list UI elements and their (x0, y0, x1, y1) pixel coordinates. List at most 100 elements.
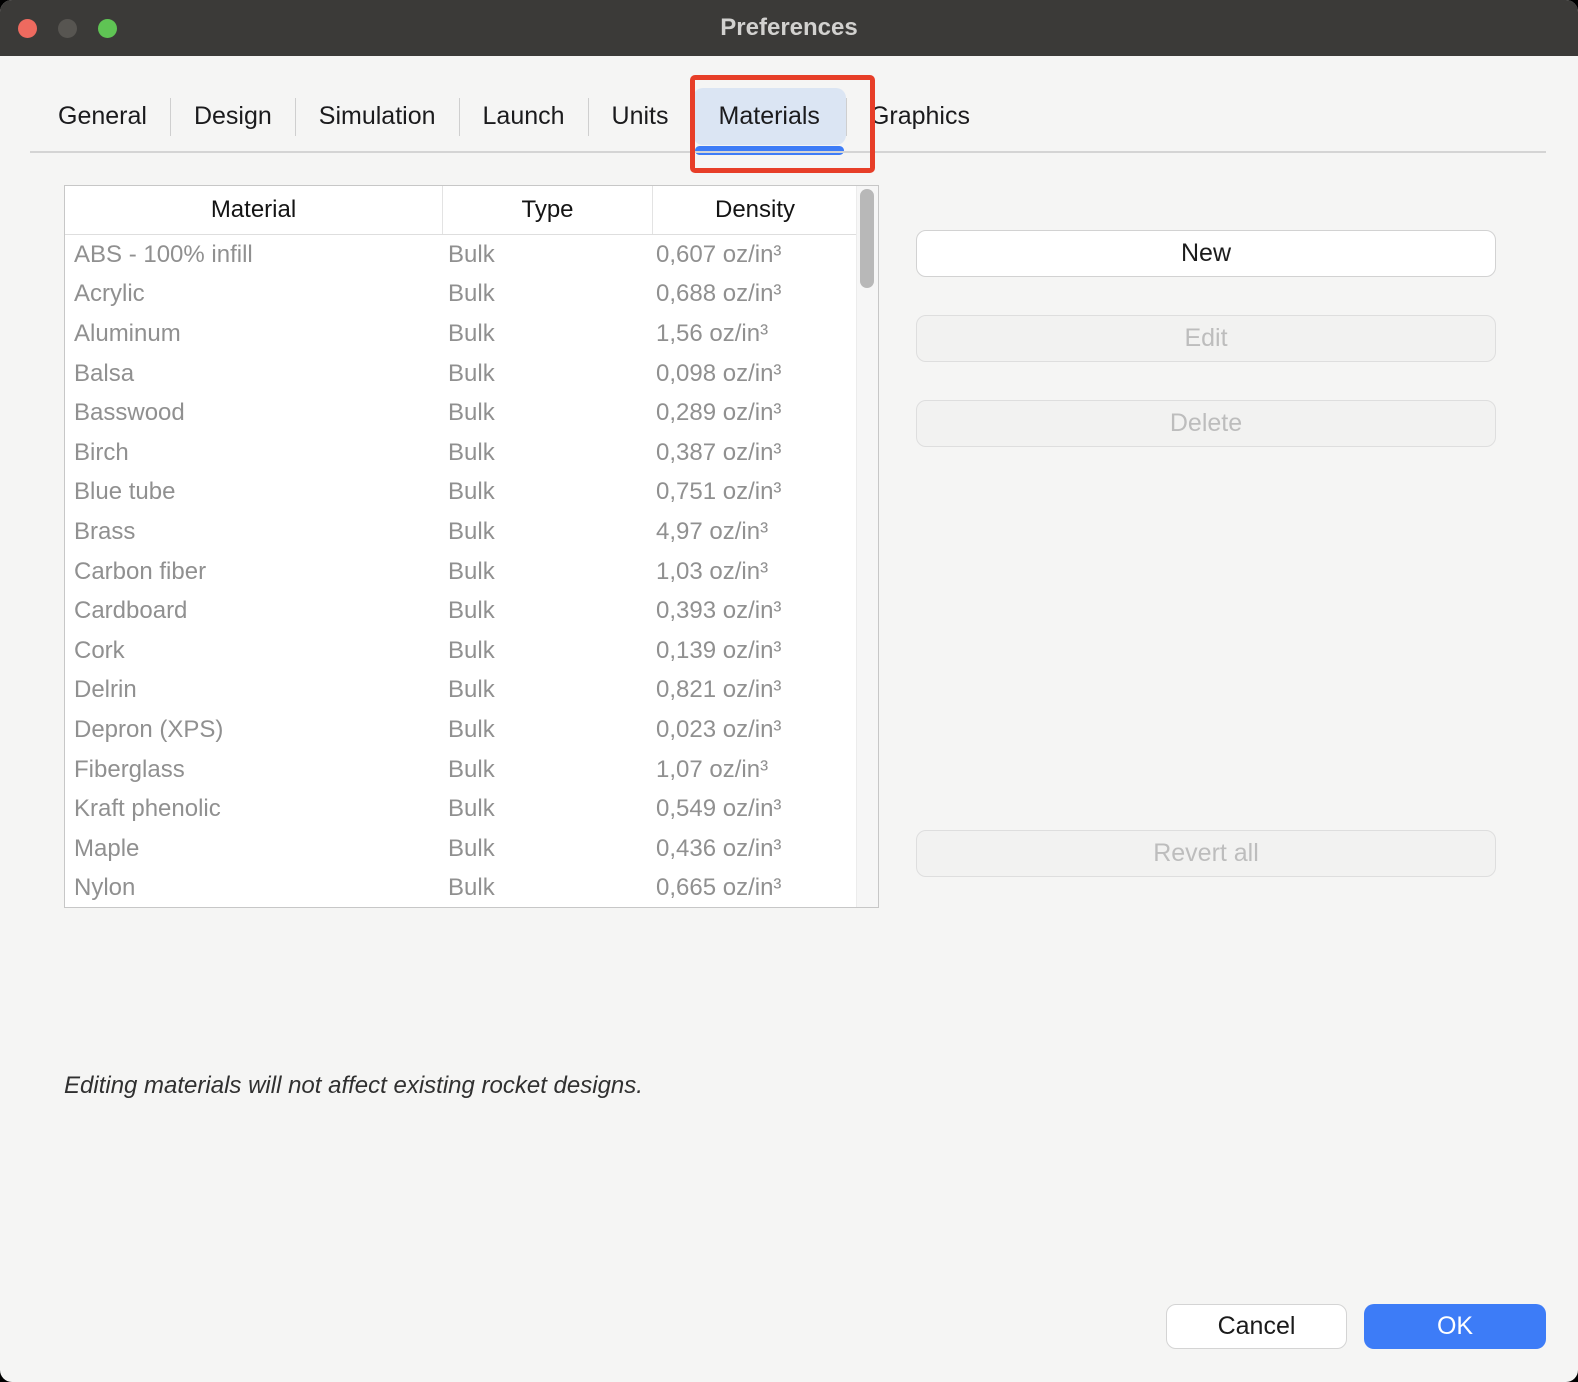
table-row[interactable]: AcrylicBulk0,688 oz/in³ (65, 275, 878, 315)
cell-density: 0,665 oz/in³ (653, 874, 878, 902)
table-row[interactable]: DelrinBulk0,821 oz/in³ (65, 671, 878, 711)
column-header-material[interactable]: Material (65, 186, 443, 234)
scrollbar-thumb[interactable] (860, 189, 874, 288)
table-row[interactable]: FiberglassBulk1,07 oz/in³ (65, 750, 878, 790)
revert-all-button[interactable]: Revert all (916, 830, 1496, 877)
cell-material: Aluminum (65, 320, 443, 348)
cell-type: Bulk (443, 835, 653, 863)
table-row[interactable]: CorkBulk0,139 oz/in³ (65, 631, 878, 671)
cancel-button[interactable]: Cancel (1166, 1304, 1347, 1349)
table-body: ABS - 100% infillBulk0,607 oz/in³Acrylic… (65, 235, 878, 907)
tab-label: Simulation (319, 102, 436, 131)
table-row[interactable]: BasswoodBulk0,289 oz/in³ (65, 393, 878, 433)
close-icon[interactable] (18, 19, 37, 38)
scrollbar-track[interactable] (856, 186, 878, 907)
cell-type: Bulk (443, 676, 653, 704)
cell-material: Basswood (65, 399, 443, 427)
cell-material: Fiberglass (65, 756, 443, 784)
cell-type: Bulk (443, 478, 653, 506)
cell-material: Acrylic (65, 280, 443, 308)
cell-type: Bulk (443, 360, 653, 388)
cell-density: 1,03 oz/in³ (653, 558, 878, 586)
window-title: Preferences (720, 14, 857, 42)
title-bar: Preferences (0, 0, 1578, 56)
traffic-lights (18, 0, 117, 56)
cell-density: 1,07 oz/in³ (653, 756, 878, 784)
cell-density: 1,56 oz/in³ (653, 320, 878, 348)
tab-units[interactable]: Units (589, 88, 692, 145)
cell-density: 4,97 oz/in³ (653, 518, 878, 546)
minimize-icon[interactable] (58, 19, 77, 38)
table-row[interactable]: NylonBulk0,665 oz/in³ (65, 869, 878, 908)
tab-simulation[interactable]: Simulation (296, 88, 459, 145)
tab-label: General (58, 102, 147, 131)
tab-design[interactable]: Design (171, 88, 295, 145)
table-row[interactable]: Blue tubeBulk0,751 oz/in³ (65, 473, 878, 513)
cell-type: Bulk (443, 518, 653, 546)
tab-label: Launch (483, 102, 565, 131)
table-row[interactable]: CardboardBulk0,393 oz/in³ (65, 591, 878, 631)
tab-label: Materials (719, 102, 820, 131)
cell-density: 0,098 oz/in³ (653, 360, 878, 388)
materials-table: Material Type Density ABS - 100% infillB… (64, 185, 879, 908)
cell-density: 0,023 oz/in³ (653, 716, 878, 744)
table-row[interactable]: BirchBulk0,387 oz/in³ (65, 433, 878, 473)
tab-label: Design (194, 102, 272, 131)
edit-button[interactable]: Edit (916, 315, 1496, 362)
cell-density: 0,549 oz/in³ (653, 795, 878, 823)
cell-material: Birch (65, 439, 443, 467)
cell-type: Bulk (443, 716, 653, 744)
preferences-window: Preferences General Design Simulation Launc… (0, 0, 1578, 1382)
cell-material: Balsa (65, 360, 443, 388)
table-row[interactable]: MapleBulk0,436 oz/in³ (65, 829, 878, 869)
cell-type: Bulk (443, 756, 653, 784)
tab-launch[interactable]: Launch (460, 88, 588, 145)
table-row[interactable]: ABS - 100% infillBulk0,607 oz/in³ (65, 235, 878, 275)
ok-button[interactable]: OK (1364, 1304, 1546, 1349)
new-button[interactable]: New (916, 230, 1496, 277)
table-row[interactable]: Kraft phenolicBulk0,549 oz/in³ (65, 789, 878, 829)
table-row[interactable]: Carbon fiberBulk1,03 oz/in³ (65, 552, 878, 592)
delete-button[interactable]: Delete (916, 400, 1496, 447)
cell-material: Cork (65, 637, 443, 665)
table-header: Material Type Density (65, 186, 878, 235)
cell-density: 0,139 oz/in³ (653, 637, 878, 665)
tab-materials[interactable]: Materials (693, 88, 846, 145)
cell-type: Bulk (443, 241, 653, 269)
table-row[interactable]: BrassBulk4,97 oz/in³ (65, 512, 878, 552)
tab-bar-divider (30, 151, 1546, 153)
tab-label: Units (612, 102, 669, 131)
cell-type: Bulk (443, 280, 653, 308)
cell-material: Kraft phenolic (65, 795, 443, 823)
materials-note: Editing materials will not affect existi… (64, 1072, 643, 1100)
table-row[interactable]: BalsaBulk0,098 oz/in³ (65, 354, 878, 394)
cell-type: Bulk (443, 399, 653, 427)
cell-density: 0,688 oz/in³ (653, 280, 878, 308)
cell-material: Maple (65, 835, 443, 863)
cell-density: 0,751 oz/in³ (653, 478, 878, 506)
cell-density: 0,436 oz/in³ (653, 835, 878, 863)
tab-bar: General Design Simulation Launch Units Materi… (35, 88, 993, 145)
cell-material: Brass (65, 518, 443, 546)
cell-type: Bulk (443, 795, 653, 823)
cell-material: Carbon fiber (65, 558, 443, 586)
cell-material: ABS - 100% infill (65, 241, 443, 269)
cell-density: 0,289 oz/in³ (653, 399, 878, 427)
cell-type: Bulk (443, 558, 653, 586)
table-row[interactable]: AluminumBulk1,56 oz/in³ (65, 314, 878, 354)
cell-material: Blue tube (65, 478, 443, 506)
table-row[interactable]: Depron (XPS)Bulk0,023 oz/in³ (65, 710, 878, 750)
maximize-icon[interactable] (98, 19, 117, 38)
cell-material: Nylon (65, 874, 443, 902)
tab-label: Graphics (870, 102, 970, 131)
cell-material: Cardboard (65, 597, 443, 625)
cell-type: Bulk (443, 637, 653, 665)
cell-density: 0,607 oz/in³ (653, 241, 878, 269)
cell-density: 0,821 oz/in³ (653, 676, 878, 704)
cell-density: 0,393 oz/in³ (653, 597, 878, 625)
tab-graphics[interactable]: Graphics (847, 88, 993, 145)
column-header-density[interactable]: Density (653, 186, 857, 234)
cell-type: Bulk (443, 874, 653, 902)
tab-general[interactable]: General (35, 88, 170, 145)
column-header-type[interactable]: Type (443, 186, 653, 234)
